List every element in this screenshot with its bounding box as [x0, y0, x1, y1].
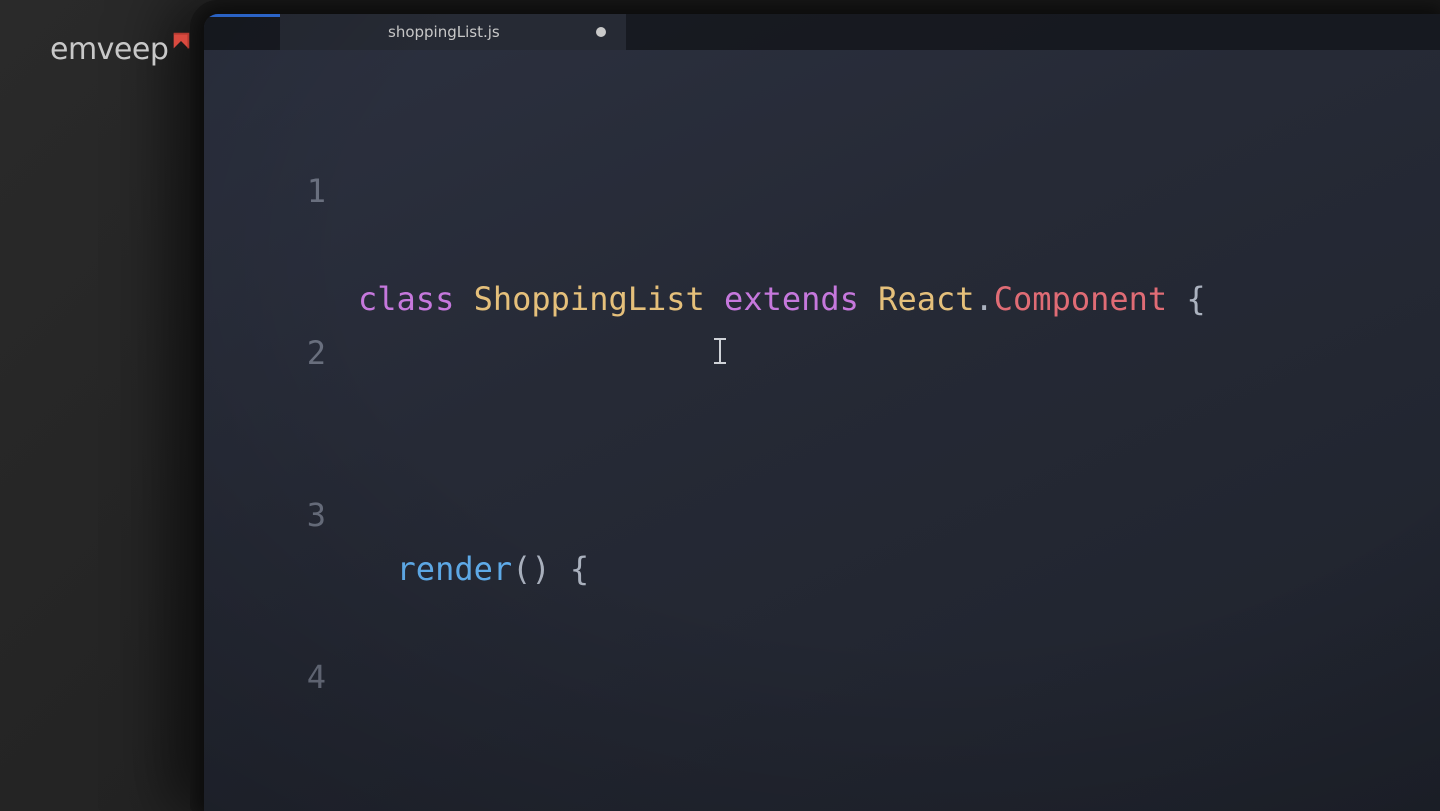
modified-dot-icon — [596, 27, 606, 37]
ibeam-cursor-icon — [719, 338, 721, 364]
line-number: 2 — [204, 326, 326, 380]
screen: shoppingList.js 1 2 3 4 5 6 7 8 9 10 11 … — [204, 14, 1440, 811]
code-area[interactable]: class ShoppingList extends React.Compone… — [354, 56, 1440, 811]
tab-title: shoppingList.js — [388, 23, 500, 41]
code-editor[interactable]: 1 2 3 4 5 6 7 8 9 10 11 12 13 14 class S… — [204, 56, 1440, 811]
line-number-gutter: 1 2 3 4 5 6 7 8 9 10 11 12 13 14 — [204, 56, 354, 811]
tab-accent-indicator — [204, 14, 280, 50]
line-number: 4 — [204, 650, 326, 704]
line-number: 1 — [204, 164, 326, 218]
arrow-icon — [170, 30, 192, 52]
code-line[interactable]: class ShoppingList extends React.Compone… — [354, 272, 1440, 326]
line-number: 3 — [204, 488, 326, 542]
editor-tab[interactable]: shoppingList.js — [280, 14, 626, 50]
watermark-brand: emveep — [50, 32, 192, 67]
code-line[interactable]: render() { — [354, 542, 1440, 596]
laptop-frame: shoppingList.js 1 2 3 4 5 6 7 8 9 10 11 … — [190, 0, 1440, 811]
watermark-text: emveep — [50, 32, 168, 67]
editor-tab-bar: shoppingList.js — [204, 14, 1440, 50]
